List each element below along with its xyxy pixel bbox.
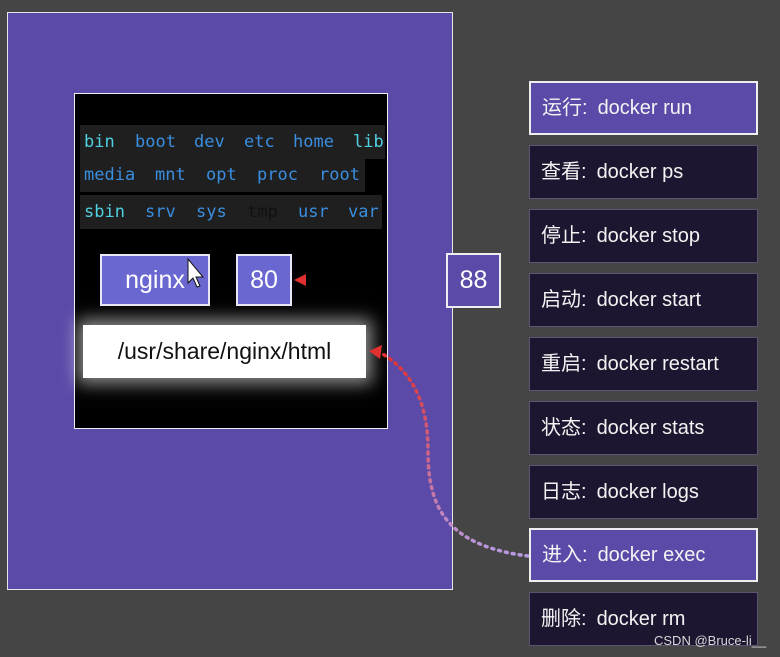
command-text: docker restart [596, 353, 719, 375]
command-label: 删除: [541, 608, 587, 630]
command-start[interactable]: 启动: docker start [529, 273, 758, 327]
command-label: 进入: [542, 544, 588, 566]
command-text: docker start [596, 289, 702, 311]
command-exec[interactable]: 进入: docker exec [529, 528, 758, 582]
command-restart[interactable]: 重启: docker restart [529, 337, 758, 391]
command-label: 启动: [541, 289, 587, 311]
watermark: CSDN @Bruce-li__ [654, 633, 767, 648]
command-label: 运行: [542, 97, 588, 119]
command-stats[interactable]: 状态: docker stats [529, 401, 758, 455]
command-label: 停止: [541, 225, 587, 247]
command-text: docker exec [597, 544, 706, 566]
command-label: 查看: [541, 161, 587, 183]
command-label: 重启: [541, 353, 587, 375]
command-run[interactable]: 运行: docker run [529, 81, 758, 135]
command-text: docker stop [596, 225, 700, 247]
command-label: 状态: [541, 417, 587, 439]
command-text: docker rm [596, 608, 686, 630]
command-text: docker run [597, 97, 693, 119]
command-logs[interactable]: 日志: docker logs [529, 465, 758, 519]
command-text: docker ps [596, 161, 684, 183]
command-text: docker logs [596, 481, 699, 503]
command-stop[interactable]: 停止: docker stop [529, 209, 758, 263]
command-ps[interactable]: 查看: docker ps [529, 145, 758, 199]
volume-mapping-arrow [369, 345, 530, 558]
command-text: docker stats [596, 417, 705, 439]
cursor-icon [187, 257, 205, 288]
command-label: 日志: [541, 481, 587, 503]
port-mapping-arrow [294, 274, 446, 286]
